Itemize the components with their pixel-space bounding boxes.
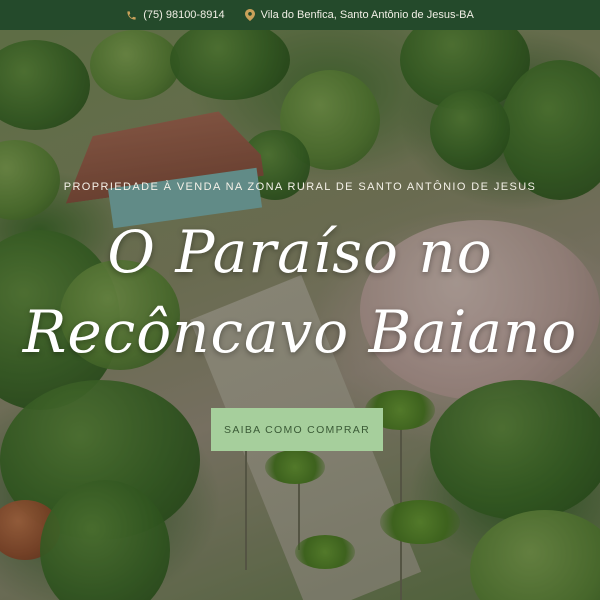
- phone-icon: [126, 10, 137, 21]
- address-text: Vila do Benfica, Santo Antônio de Jesus-…: [260, 9, 474, 21]
- headline-line-2: Recôncavo Baiano: [22, 298, 578, 366]
- landing-page: (75) 98100-8914 Vila do Benfica, Santo A…: [0, 0, 600, 600]
- map-pin-icon: [244, 9, 255, 21]
- buy-info-button[interactable]: SAIBA COMO COMPRAR: [211, 408, 383, 451]
- headline-line-1: O Paraíso no: [107, 218, 493, 286]
- phone-number: (75) 98100-8914: [143, 9, 225, 21]
- address-contact[interactable]: Vila do Benfica, Santo Antônio de Jesus-…: [244, 9, 474, 21]
- contact-bar: (75) 98100-8914 Vila do Benfica, Santo A…: [0, 0, 600, 30]
- hero-eyebrow: PROPRIEDADE À VENDA NA ZONA RURAL DE SAN…: [63, 181, 537, 193]
- hero-headline: O Paraíso no Recôncavo Baiano: [0, 212, 600, 372]
- phone-contact[interactable]: (75) 98100-8914: [126, 9, 225, 21]
